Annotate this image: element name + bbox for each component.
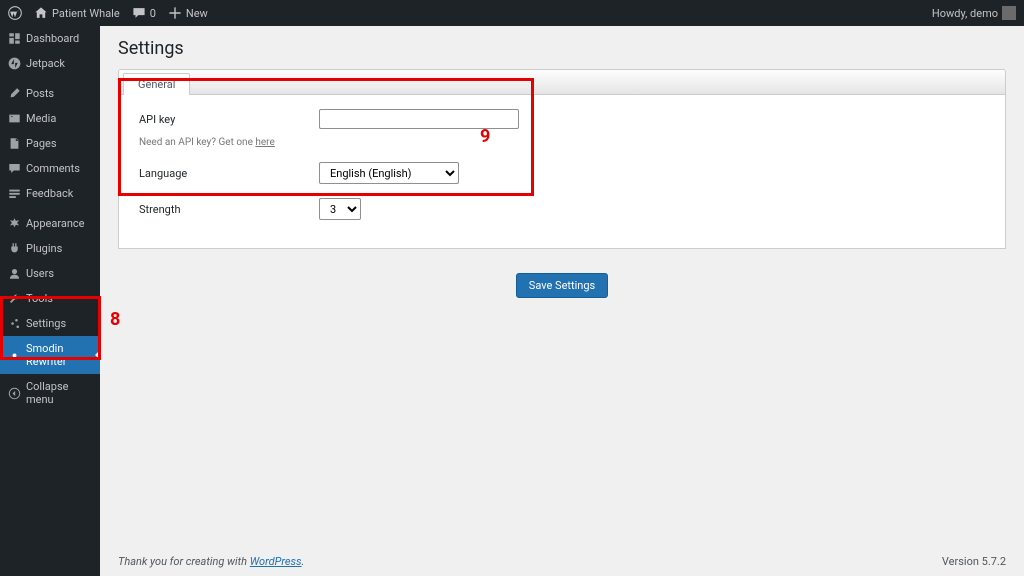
version-text: Version 5.7.2 [942, 555, 1006, 568]
wordpress-link[interactable]: WordPress [250, 555, 302, 568]
content-area: Settings General API key Need an API key… [100, 26, 1024, 576]
admin-footer: Thank you for creating with WordPress. V… [118, 555, 1006, 568]
strength-label: Strength [139, 203, 319, 216]
avatar [1002, 6, 1016, 20]
admin-menu: DashboardJetpack PostsMediaPagesCommentsF… [0, 26, 100, 576]
strength-select[interactable]: 3 [319, 198, 361, 220]
tab-general[interactable]: General [123, 73, 190, 95]
feedback-icon [8, 187, 21, 200]
comments-icon [8, 162, 21, 175]
get-api-key-link[interactable]: here [255, 137, 274, 148]
menu-settings[interactable]: Settings [0, 311, 100, 336]
howdy-account[interactable]: Howdy, demo [932, 6, 1016, 20]
page-title: Settings [118, 38, 1006, 59]
api-key-hint: Need an API key? Get one here [139, 137, 985, 148]
menu-pages[interactable]: Pages [0, 131, 100, 156]
menu-dashboard[interactable]: Dashboard [0, 26, 100, 51]
menu-smodin[interactable]: Smodin Rewriter [0, 336, 100, 374]
media-icon [8, 112, 21, 125]
jetpack-icon [8, 57, 21, 70]
tabs-nav: General [118, 69, 1006, 95]
users-icon [8, 267, 21, 280]
api-key-label: API key [139, 113, 319, 126]
dashboard-icon [8, 32, 21, 45]
menu-feedback[interactable]: Feedback [0, 181, 100, 206]
pages-icon [8, 137, 21, 150]
appearance-icon [8, 217, 21, 230]
menu-tools[interactable]: Tools [0, 286, 100, 311]
annotation-label-8: 8 [110, 309, 120, 330]
plugins-icon [8, 242, 21, 255]
settings-icon [8, 317, 21, 330]
smodin-icon [8, 349, 21, 362]
posts-icon [8, 87, 21, 100]
wp-logo-icon[interactable] [8, 6, 22, 20]
collapse-icon [8, 387, 21, 400]
menu-posts[interactable]: Posts [0, 81, 100, 106]
menu-users[interactable]: Users [0, 261, 100, 286]
language-label: Language [139, 167, 319, 180]
menu-collapse[interactable]: Collapse menu [0, 374, 100, 412]
menu-media[interactable]: Media [0, 106, 100, 131]
comments-bubble[interactable]: 0 [132, 6, 156, 20]
new-content[interactable]: New [168, 6, 208, 20]
language-select[interactable]: English (English) [319, 162, 459, 184]
tools-icon [8, 292, 21, 305]
menu-plugins[interactable]: Plugins [0, 236, 100, 261]
annotation-label-9: 9 [480, 126, 490, 147]
settings-panel: API key Need an API key? Get one here La… [118, 95, 1006, 249]
save-settings-button[interactable]: Save Settings [516, 273, 608, 298]
admin-bar: Patient Whale 0 New Howdy, demo [0, 0, 1024, 26]
menu-appearance[interactable]: Appearance [0, 211, 100, 236]
menu-comments[interactable]: Comments [0, 156, 100, 181]
site-name[interactable]: Patient Whale [34, 6, 120, 20]
menu-jetpack[interactable]: Jetpack [0, 51, 100, 76]
